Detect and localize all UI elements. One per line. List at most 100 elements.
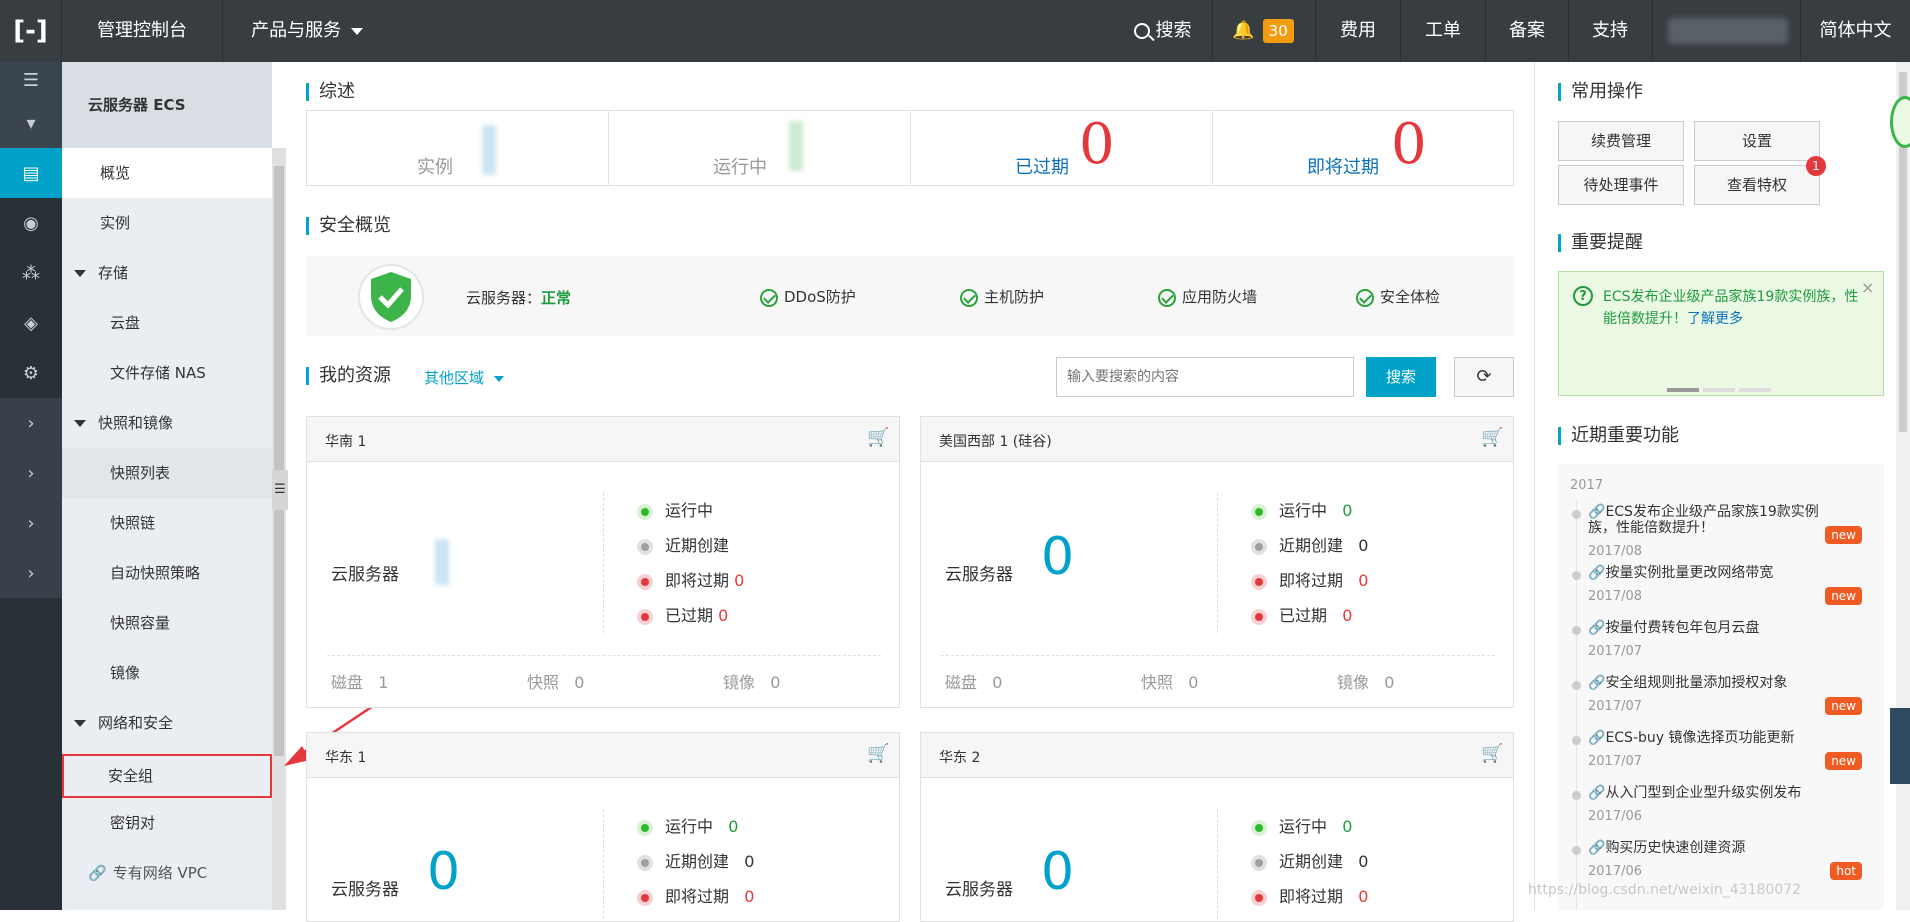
- menu-item-auto-snapshot[interactable]: 自动快照策略: [62, 548, 272, 598]
- privileges-badge: 1: [1806, 156, 1826, 176]
- menu-toggle-icon[interactable]: ☰: [0, 62, 62, 98]
- icp-link[interactable]: 备案: [1486, 0, 1568, 62]
- carousel-dot[interactable]: [1703, 388, 1735, 392]
- menu-group-snapshots[interactable]: 快照和镜像: [62, 398, 272, 448]
- feature-item[interactable]: 🔗ECS-buy 镜像选择页功能更新 2017/07 new: [1558, 730, 1884, 785]
- summary-expired[interactable]: 已过期 0: [911, 111, 1213, 185]
- status-expiring[interactable]: 即将过期 0: [1251, 563, 1368, 598]
- status-running[interactable]: 运行中 0: [1251, 809, 1368, 844]
- notification-count-badge: 30: [1262, 19, 1294, 43]
- menu-group-network[interactable]: 网络和安全: [62, 698, 272, 748]
- feature-item[interactable]: 🔗安全组规则批量添加授权对象 2017/07 new: [1558, 675, 1884, 730]
- menu-scrollbar[interactable]: [272, 148, 286, 910]
- menu-item-key-pair[interactable]: 密钥对: [62, 798, 272, 848]
- chevron-right-icon[interactable]: ›: [0, 498, 62, 548]
- resource-search-input[interactable]: [1056, 357, 1354, 397]
- status-expiring[interactable]: 即将过期 0: [637, 879, 754, 914]
- learn-more-link[interactable]: 了解更多: [1687, 311, 1743, 327]
- summary-expiring[interactable]: 即将过期 0: [1213, 111, 1515, 185]
- aliyun-logo-icon[interactable]: [-]: [0, 0, 62, 62]
- status-recent[interactable]: 近期创建 0: [1251, 844, 1368, 879]
- status-expiring[interactable]: 即将过期 0: [637, 563, 744, 598]
- assistant-float-icon[interactable]: [1890, 96, 1910, 148]
- snapshot-count[interactable]: 快照 0: [527, 669, 584, 693]
- status-expiring[interactable]: 即将过期 0: [1251, 879, 1368, 914]
- menu-item-instances[interactable]: 实例: [62, 198, 272, 248]
- chevron-right-icon[interactable]: ›: [0, 448, 62, 498]
- server-count[interactable]: 0: [1041, 842, 1074, 902]
- privileges-button[interactable]: 查看特权: [1694, 165, 1820, 205]
- blurred-value[interactable]: [435, 539, 449, 585]
- image-count[interactable]: 镜像 0: [723, 669, 780, 693]
- notifications-button[interactable]: 🔔 30: [1213, 0, 1313, 62]
- settings-button[interactable]: 设置: [1694, 121, 1820, 161]
- cart-icon[interactable]: 🛒: [867, 427, 889, 448]
- database-icon[interactable]: ◉: [0, 198, 62, 248]
- support-link[interactable]: 支持: [1569, 0, 1651, 62]
- disk-count[interactable]: 磁盘 1: [331, 669, 388, 693]
- network-icon[interactable]: ⁂: [0, 248, 62, 298]
- menu-item-snapshot-capacity[interactable]: 快照容量: [62, 598, 272, 648]
- status-recent[interactable]: 近期创建 0: [1251, 528, 1368, 563]
- feature-item[interactable]: 🔗ECS发布企业级产品家族19款实例族，性能倍数提升！ 2017/08 new: [1558, 504, 1884, 565]
- collapse-handle-icon[interactable]: ☰: [272, 470, 288, 510]
- menu-item-disks[interactable]: 云盘: [62, 298, 272, 348]
- menu-group-storage[interactable]: 存储: [62, 248, 272, 298]
- security-check[interactable]: 安全体检: [1356, 286, 1440, 307]
- server-icon[interactable]: ▤: [0, 148, 62, 198]
- billing-link[interactable]: 费用: [1316, 0, 1400, 62]
- pending-events-button[interactable]: 待处理事件: [1558, 165, 1684, 205]
- console-link[interactable]: 管理控制台: [62, 0, 222, 62]
- cart-icon[interactable]: 🛒: [867, 743, 889, 764]
- search-button[interactable]: 搜索: [1115, 0, 1210, 62]
- status-running[interactable]: 运行中 0: [1251, 493, 1368, 528]
- disk-count[interactable]: 磁盘 0: [945, 669, 1002, 693]
- products-menu[interactable]: 产品与服务: [232, 0, 382, 62]
- status-recent[interactable]: 近期创建: [637, 528, 744, 563]
- ticket-link[interactable]: 工单: [1401, 0, 1485, 62]
- region-dropdown[interactable]: 其他区域: [424, 367, 505, 388]
- chevron-right-icon[interactable]: ›: [0, 398, 62, 448]
- status-running[interactable]: 运行中: [637, 493, 744, 528]
- status-running[interactable]: 运行中 0: [637, 809, 754, 844]
- summary-running[interactable]: 运行中: [609, 111, 911, 185]
- account-name-blurred[interactable]: [1668, 18, 1788, 44]
- carousel-dot[interactable]: [1739, 388, 1771, 392]
- close-icon[interactable]: ×: [1861, 278, 1874, 297]
- gear-icon[interactable]: ⚙: [0, 348, 62, 398]
- feedback-float-tab[interactable]: [1890, 708, 1910, 784]
- feature-item[interactable]: 🔗按量付费转包年包月云盘 2017/07: [1558, 620, 1884, 675]
- resource-search-button[interactable]: 搜索: [1366, 357, 1436, 397]
- web-firewall[interactable]: 应用防火墙: [1158, 286, 1257, 307]
- menu-item-snapshot-list[interactable]: 快照列表: [62, 448, 272, 498]
- image-count[interactable]: 镜像 0: [1337, 669, 1394, 693]
- refresh-icon[interactable]: ⟳: [1454, 357, 1514, 397]
- ddos-protection[interactable]: DDoS防护: [760, 286, 856, 307]
- menu-item-nas[interactable]: 文件存储 NAS: [62, 348, 272, 398]
- menu-item-overview[interactable]: 概览: [62, 148, 272, 198]
- status-expired[interactable]: 已过期 0: [1251, 598, 1368, 633]
- server-count[interactable]: 0: [1041, 527, 1074, 587]
- feature-text: 按量实例批量更改网络带宽: [1605, 565, 1774, 581]
- status-expired[interactable]: 已过期 0: [637, 598, 744, 633]
- feature-item[interactable]: 🔗从入门型到企业型升级实例发布 2017/06: [1558, 785, 1884, 840]
- menu-item-security-group[interactable]: 安全组: [62, 754, 272, 798]
- menu-item-images[interactable]: 镜像: [62, 648, 272, 698]
- snapshot-count[interactable]: 快照 0: [1141, 669, 1198, 693]
- language-switch[interactable]: 简体中文: [1801, 0, 1910, 62]
- renew-button[interactable]: 续费管理: [1558, 121, 1684, 161]
- layers-icon[interactable]: ◈: [0, 298, 62, 348]
- carousel-dot-active[interactable]: [1667, 388, 1699, 392]
- chevron-right-icon[interactable]: ›: [0, 548, 62, 598]
- host-protection[interactable]: 主机防护: [960, 286, 1044, 307]
- status-recent[interactable]: 近期创建 0: [637, 844, 754, 879]
- chevron-down-icon[interactable]: ▾: [0, 98, 62, 148]
- cart-icon[interactable]: 🛒: [1481, 427, 1503, 448]
- server-count[interactable]: 0: [427, 842, 460, 902]
- menu-item-vpc[interactable]: 🔗 专有网络 VPC: [62, 848, 272, 898]
- menu-item-snapshot-chain[interactable]: 快照链: [62, 498, 272, 548]
- cart-icon[interactable]: 🛒: [1481, 743, 1503, 764]
- feature-item[interactable]: 🔗按量实例批量更改网络带宽 2017/08 new: [1558, 565, 1884, 620]
- summary-instances[interactable]: 实例: [307, 111, 609, 185]
- chevron-down-icon: [350, 27, 363, 35]
